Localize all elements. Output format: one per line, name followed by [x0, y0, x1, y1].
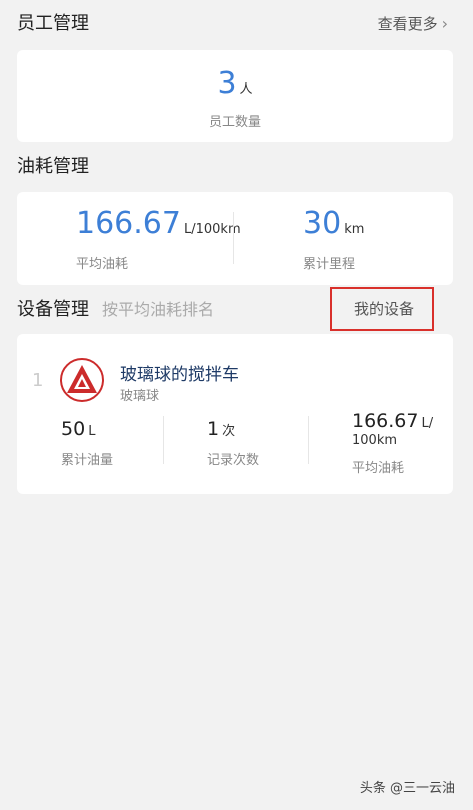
avg-fuel-metric: 166.67 L/100km: [76, 206, 241, 241]
fuel-total-value: 50: [61, 418, 86, 440]
device-rank: 1: [32, 370, 44, 391]
fuel-divider: [233, 212, 234, 264]
view-more-link[interactable]: 查看更多 ›: [378, 9, 448, 39]
device-divider-2: [308, 416, 309, 464]
device-stat-fuel-total: 50 L: [61, 418, 95, 440]
device-avg-fuel-value: 166.67: [352, 410, 419, 432]
employee-section-title: 员工管理: [17, 13, 89, 34]
employee-section-header: 员工管理 查看更多 ›: [0, 9, 473, 39]
fuel-section-title: 油耗管理: [17, 156, 89, 177]
avg-fuel-caption: 平均油耗: [76, 257, 129, 272]
sany-logo-icon: [60, 358, 104, 402]
records-unit: 次: [222, 424, 236, 439]
device-avg-fuel-caption: 平均油耗: [352, 461, 405, 476]
devices-section-title: 设备管理: [17, 299, 89, 320]
device-avg-fuel-unit-line1: L/: [421, 416, 434, 431]
fuel-total-unit: L: [88, 424, 96, 439]
distance-unit: km: [344, 222, 365, 237]
employee-count-caption: 员工数量: [208, 115, 261, 130]
view-more-label: 查看更多: [377, 15, 438, 33]
fuel-section-header: 油耗管理: [0, 152, 473, 182]
device-owner: 玻璃球: [120, 389, 160, 404]
records-value: 1: [207, 418, 220, 440]
avg-fuel-value: 166.67: [76, 206, 181, 241]
distance-caption: 累计里程: [303, 257, 356, 272]
distance-value: 30: [303, 206, 342, 241]
device-divider-1: [163, 416, 164, 464]
device-avg-fuel-unit-line2: 100km: [352, 433, 398, 448]
chevron-right-icon: ›: [441, 14, 448, 33]
devices-section-subtitle: 按平均油耗排名: [102, 300, 215, 319]
fuel-card[interactable]: 166.67 L/100km 平均油耗 30 km 累计里程: [17, 192, 453, 285]
fuel-total-caption: 累计油量: [61, 453, 114, 468]
device-name: 玻璃球的搅拌车: [120, 365, 239, 385]
records-caption: 记录次数: [207, 453, 260, 468]
device-stat-records: 1次: [207, 418, 235, 440]
watermark: 头条 @三一云油: [359, 781, 455, 796]
employee-card[interactable]: 3人 员工数量: [17, 50, 453, 142]
device-stat-avg-fuel: 166.67 L/: [352, 410, 433, 432]
employee-count: 3人: [17, 66, 453, 101]
employee-count-value: 3: [217, 66, 237, 101]
employee-count-unit: 人: [239, 82, 253, 97]
distance-metric: 30 km: [303, 206, 364, 241]
my-devices-button[interactable]: 我的设备(1)›: [330, 287, 434, 358]
